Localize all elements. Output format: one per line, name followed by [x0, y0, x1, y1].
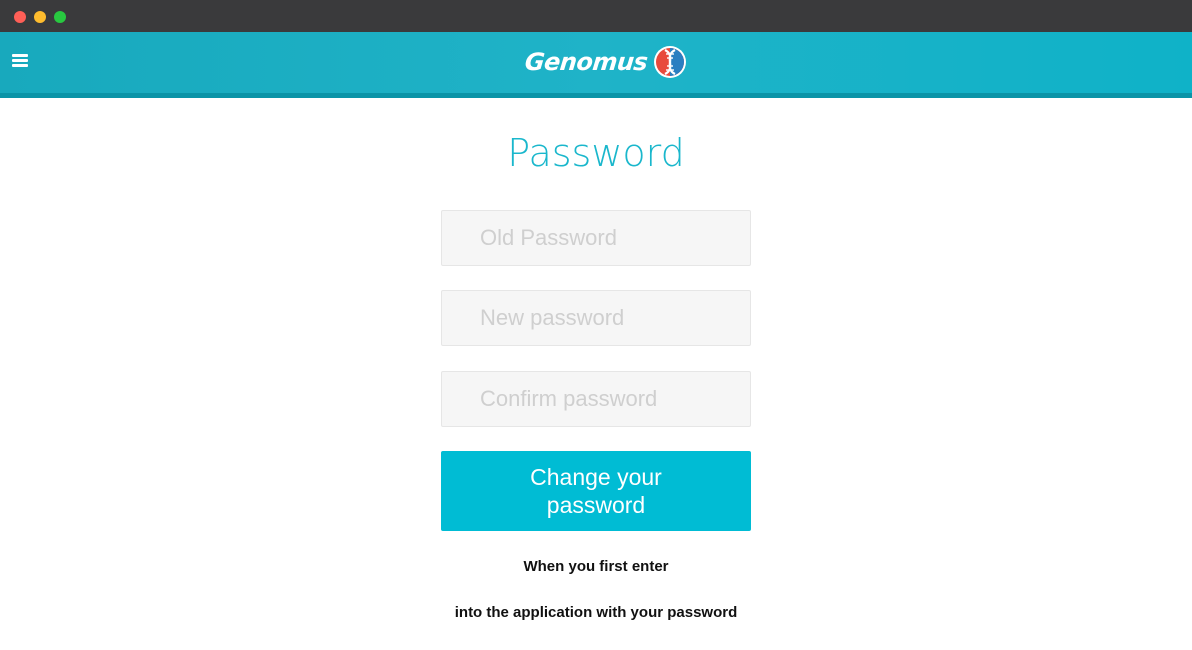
hamburger-menu-icon[interactable]: [10, 52, 32, 72]
old-password-input[interactable]: [441, 210, 751, 266]
info-text-line-1: When you first enter: [523, 558, 669, 575]
dna-icon: [654, 46, 687, 78]
minimize-window-button[interactable]: [34, 11, 46, 23]
password-page: Password Change your password When you f…: [0, 98, 1192, 650]
brand-logo: Genomus: [523, 44, 687, 80]
close-window-button[interactable]: [14, 11, 26, 23]
change-password-button[interactable]: Change your password: [441, 451, 751, 531]
page-title: Password: [507, 131, 685, 175]
brand-name: Genomus: [523, 48, 649, 76]
window-titlebar: [0, 0, 1192, 32]
confirm-password-input[interactable]: [441, 371, 751, 427]
info-text-line-2: into the application with your password: [454, 604, 738, 621]
new-password-input[interactable]: [441, 290, 751, 346]
maximize-window-button[interactable]: [54, 11, 66, 23]
